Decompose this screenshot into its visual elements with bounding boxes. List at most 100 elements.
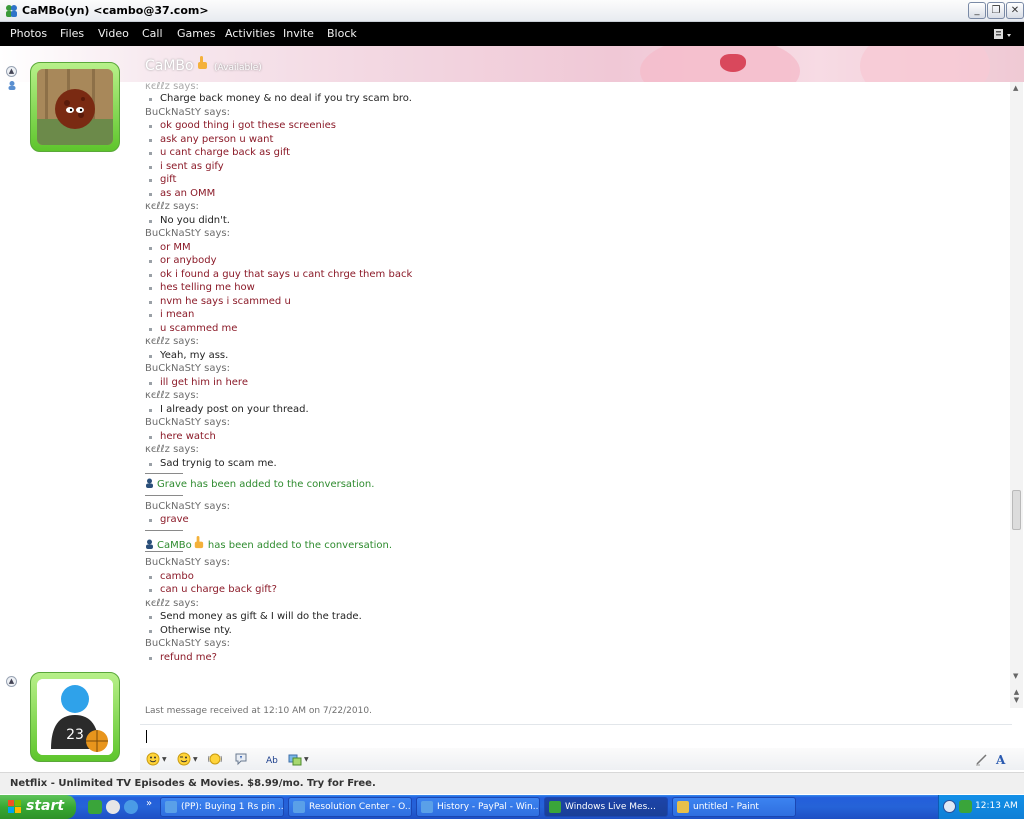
quicklaunch-h-icon[interactable] — [88, 800, 102, 814]
message-bullet — [149, 575, 152, 579]
advertisement-text[interactable]: Netflix - Unlimited TV Episodes & Movies… — [10, 778, 376, 789]
task-resolution-center[interactable]: Resolution Center - O... — [288, 797, 412, 817]
voice-clip-icon[interactable] — [234, 752, 248, 766]
message-line: cambo — [149, 570, 194, 584]
menu-photos[interactable]: Photos — [10, 27, 47, 40]
input-toolbar: ▼ ▼ Ab ▼ A — [140, 748, 1024, 770]
message-line: i sent as gify — [149, 160, 224, 174]
wink-icon[interactable] — [177, 752, 191, 766]
minimize-button[interactable]: _ — [968, 2, 986, 19]
message-text: Charge back money & no deal if you try s… — [160, 93, 412, 104]
message-text: cambo — [160, 570, 194, 582]
emoticon-icon[interactable] — [146, 752, 160, 766]
user-avatar[interactable]: 23 — [30, 672, 120, 762]
tray-messenger-icon[interactable] — [959, 800, 972, 813]
contact-card-icon[interactable] — [7, 80, 17, 90]
sender-line: BuCkNaStY says: — [145, 638, 230, 649]
handwriting-icon[interactable] — [975, 752, 989, 766]
task-buying-pin[interactable]: (PP): Buying 1 Rs pin ... — [160, 797, 284, 817]
conversation-separator — [145, 551, 183, 552]
task-paypal-history[interactable]: History - PayPal - Win... — [416, 797, 540, 817]
message-bullet — [149, 381, 152, 385]
message-line: I already post on your thread. — [149, 403, 309, 417]
menu-call[interactable]: Call — [142, 27, 163, 40]
menu-files[interactable]: Files — [60, 27, 84, 40]
typing-mode-icon[interactable]: A — [994, 752, 1008, 766]
message-line: No you didn't. — [149, 214, 230, 228]
message-line: i mean — [149, 308, 194, 322]
scroll-down-arrow-icon[interactable]: ▼ — [1013, 672, 1018, 680]
menu-block[interactable]: Block — [327, 27, 357, 40]
scrollbar-thumb[interactable] — [1012, 490, 1021, 530]
nudge-icon[interactable] — [208, 752, 222, 766]
task-label: Resolution Center - O... — [309, 802, 412, 812]
conversation-separator — [145, 494, 183, 496]
system-notice: Grave has been added to the conversation… — [145, 478, 374, 492]
title-bar[interactable]: CaMBo(yn) <cambo@37.com> _ ❐ ✕ — [0, 0, 1024, 22]
message-bullet — [149, 589, 152, 592]
expand-arrows[interactable]: ▲ ▼ — [1010, 688, 1023, 708]
pointing-hand-emoticon-icon — [194, 535, 203, 548]
message-bullet — [149, 287, 152, 290]
message-line: grave — [149, 513, 189, 527]
message-bullet — [149, 435, 152, 439]
paint-icon — [677, 801, 689, 813]
message-text: u scammed me — [160, 322, 238, 334]
message-text: Otherwise nty. — [160, 624, 232, 636]
svg-text:23: 23 — [66, 727, 84, 743]
message-line: ask any person u want — [149, 133, 273, 147]
svg-text:A: A — [995, 753, 1006, 766]
collapse-bottom-button[interactable]: ▲ — [6, 676, 17, 687]
scroll-up-arrow-icon[interactable]: ▲ — [1013, 84, 1018, 92]
contact-status: (Available) — [214, 63, 262, 73]
svg-text:Ab: Ab — [266, 756, 278, 766]
message-line: here watch — [149, 430, 216, 444]
message-text: or anybody — [160, 255, 217, 266]
quicklaunch-more-icon[interactable]: » — [146, 798, 152, 809]
message-line: ill get him in here — [149, 376, 248, 390]
message-input[interactable] — [140, 724, 1012, 748]
start-button[interactable]: start — [0, 795, 76, 819]
message-line: u cant charge back as gift — [149, 146, 290, 160]
background-icon[interactable] — [288, 752, 302, 766]
chat-scrollbar[interactable]: ▲ ▼ — [1010, 82, 1023, 694]
message-text: Yeah, my ass. — [160, 349, 229, 361]
restore-button[interactable]: ❐ — [987, 2, 1005, 19]
collapse-top-button[interactable]: ▲ — [6, 66, 17, 77]
conversation-history[interactable]: κєℓℓz says: Charge back money & no deal … — [140, 82, 1010, 702]
message-bullet — [149, 408, 152, 412]
meatball-picture-icon — [37, 69, 113, 145]
scene-decoration — [860, 46, 990, 82]
contact-avatar[interactable] — [30, 62, 120, 152]
sender-line: BuCkNaStY says: — [145, 500, 230, 512]
message-line: Charge back money & no deal if you try s… — [149, 92, 412, 106]
menu-activities[interactable]: Activities — [225, 27, 275, 40]
advertisement-bar[interactable]: Netflix - Unlimited TV Episodes & Movies… — [0, 772, 1024, 794]
task-paint[interactable]: untitled - Paint — [672, 797, 796, 817]
background-dropdown-icon[interactable]: ▼ — [304, 756, 309, 763]
message-text: ill get him in here — [160, 376, 248, 388]
quicklaunch-ie-icon[interactable] — [124, 800, 138, 814]
message-bullet — [149, 152, 152, 155]
message-bullet — [149, 616, 152, 619]
contact-banner: CaMBo (Available) — [0, 46, 1024, 82]
menu-video[interactable]: Video — [98, 27, 129, 40]
task-windows-live-messenger[interactable]: Windows Live Mes... — [544, 797, 668, 817]
message-text: No you didn't. — [160, 214, 230, 226]
menu-invite[interactable]: Invite — [283, 27, 314, 40]
close-button[interactable]: ✕ — [1006, 2, 1024, 19]
message-text: hes telling me how — [160, 282, 255, 293]
emoticon-dropdown-icon[interactable]: ▼ — [162, 756, 167, 763]
task-label: Windows Live Mes... — [565, 802, 656, 812]
message-text: Send money as gift & I will do the trade… — [160, 611, 362, 622]
menu-games[interactable]: Games — [177, 27, 215, 40]
message-line: nvm he says i scammed u — [149, 295, 291, 309]
show-menu-icon[interactable] — [992, 26, 1014, 42]
wink-dropdown-icon[interactable]: ▼ — [193, 756, 198, 763]
person-added-icon — [146, 539, 153, 549]
font-icon[interactable]: Ab — [266, 752, 280, 766]
tray-hide-icon[interactable] — [943, 800, 956, 813]
message-text: here watch — [160, 430, 216, 442]
message-bullet — [149, 273, 152, 277]
quicklaunch-browser-icon[interactable] — [106, 800, 120, 814]
